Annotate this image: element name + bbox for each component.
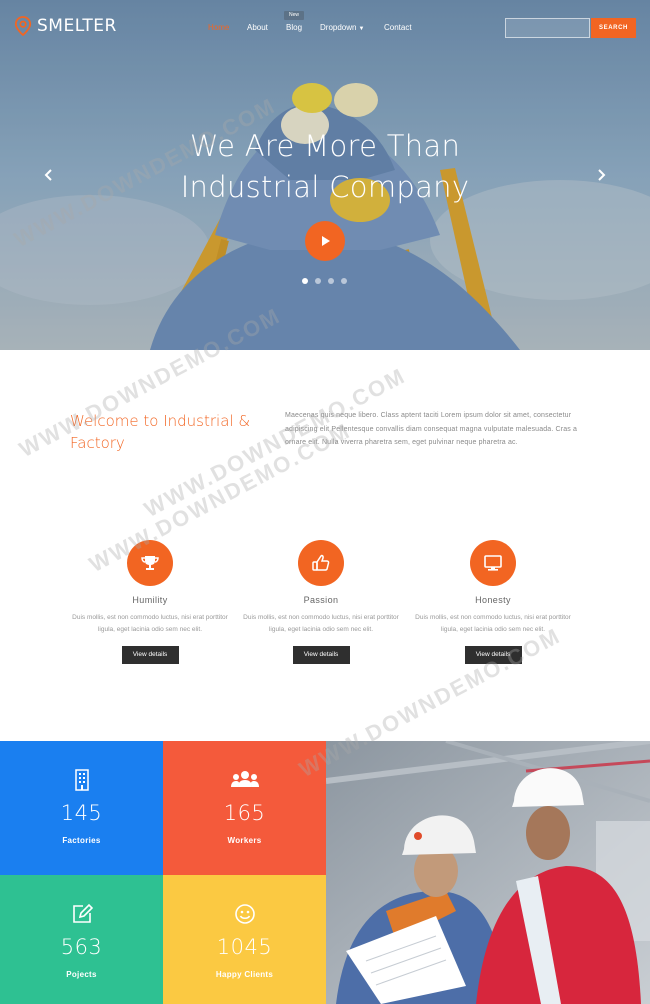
feature-title: Humility (132, 595, 168, 605)
stat-label: Factories (62, 836, 101, 845)
welcome-title: Welcome to Industrial & Factory (70, 412, 251, 452)
stat-label: Pojects (66, 970, 97, 979)
feature-card-passion: Passion Duis mollis, est non commodo luc… (236, 540, 406, 664)
nav-about[interactable]: About (247, 23, 268, 32)
slider-dots (302, 278, 347, 284)
feature-title: Passion (303, 595, 339, 605)
location-pin-icon (14, 16, 32, 36)
users-icon (230, 771, 259, 787)
stat-icon-wrap (163, 769, 326, 793)
slider-dot[interactable] (328, 278, 334, 284)
new-badge: New (284, 11, 304, 20)
stat-factories: 145 Factories (0, 741, 163, 875)
nav-contact[interactable]: Contact (384, 23, 412, 32)
nav-home[interactable]: Home (208, 23, 229, 32)
slider-dot[interactable] (341, 278, 347, 284)
smile-icon (234, 904, 255, 924)
stat-label: Happy Clients (215, 970, 274, 979)
feature-text: Duis mollis, est non commodo luctus, nis… (72, 614, 228, 633)
trophy-icon (141, 556, 159, 570)
feature-card-humility: Humility Duis mollis, est non commodo lu… (65, 540, 235, 664)
play-video-button[interactable] (305, 221, 345, 261)
stat-value: 1045 (216, 935, 273, 959)
hero-slider: SMELTER Home About New Blog Dropdown ▼ Co… (0, 0, 650, 350)
play-icon (322, 236, 330, 246)
hero-title: We Are More Than Industrial Company (0, 126, 650, 208)
stat-happy-clients: 1045 Happy Clients (163, 875, 326, 1004)
edit-icon (72, 903, 93, 923)
feature-text: Duis mollis, est non commodo luctus, nis… (415, 614, 571, 633)
stat-icon-wrap (0, 903, 163, 927)
stat-label: Workers (227, 836, 262, 845)
feature-icon-circle (298, 540, 344, 586)
search-button[interactable]: SEARCH (591, 18, 636, 38)
building-icon (74, 769, 89, 791)
hero-title-line1: We Are More Than (189, 129, 461, 163)
feature-icon-circle (470, 540, 516, 586)
feature-title: Honesty (475, 595, 511, 605)
brand-name: SMELTER (37, 16, 117, 36)
stat-icon-wrap (163, 903, 326, 927)
workers-illustration (326, 741, 650, 1004)
stat-value: 145 (60, 801, 103, 825)
chevron-down-icon: ▼ (358, 26, 365, 32)
stat-icon-wrap (0, 769, 163, 793)
view-details-button[interactable]: View details (121, 646, 179, 664)
workers-photo (326, 741, 650, 1004)
welcome-text: Maecenas quis neque libero. Class aptent… (285, 412, 578, 446)
slider-dot[interactable] (315, 278, 321, 284)
stat-value: 563 (60, 935, 103, 959)
feature-card-honesty: Honesty Duis mollis, est non commodo luc… (408, 540, 578, 664)
nav-blog[interactable]: Blog (286, 23, 302, 32)
view-details-button[interactable]: View details (464, 646, 522, 664)
brand-logo[interactable]: SMELTER (14, 16, 117, 36)
nav-dropdown-label: Dropdown (320, 23, 357, 32)
monitor-icon (484, 555, 502, 571)
stat-value: 165 (223, 801, 266, 825)
stat-projects: 563 Pojects (0, 875, 163, 1004)
feature-text: Duis mollis, est non commodo luctus, nis… (243, 614, 399, 633)
navbar: SMELTER Home About New Blog Dropdown ▼ Co… (0, 0, 650, 56)
nav-dropdown[interactable]: Dropdown ▼ (320, 23, 364, 32)
feature-icon-circle (127, 540, 173, 586)
view-details-button[interactable]: View details (292, 646, 350, 664)
slider-dot[interactable] (302, 278, 308, 284)
hero-title-line2: Industrial Company (180, 170, 470, 204)
search-input[interactable] (505, 18, 590, 38)
stat-workers: 165 Workers (163, 741, 326, 875)
thumbs-up-icon (312, 554, 330, 571)
